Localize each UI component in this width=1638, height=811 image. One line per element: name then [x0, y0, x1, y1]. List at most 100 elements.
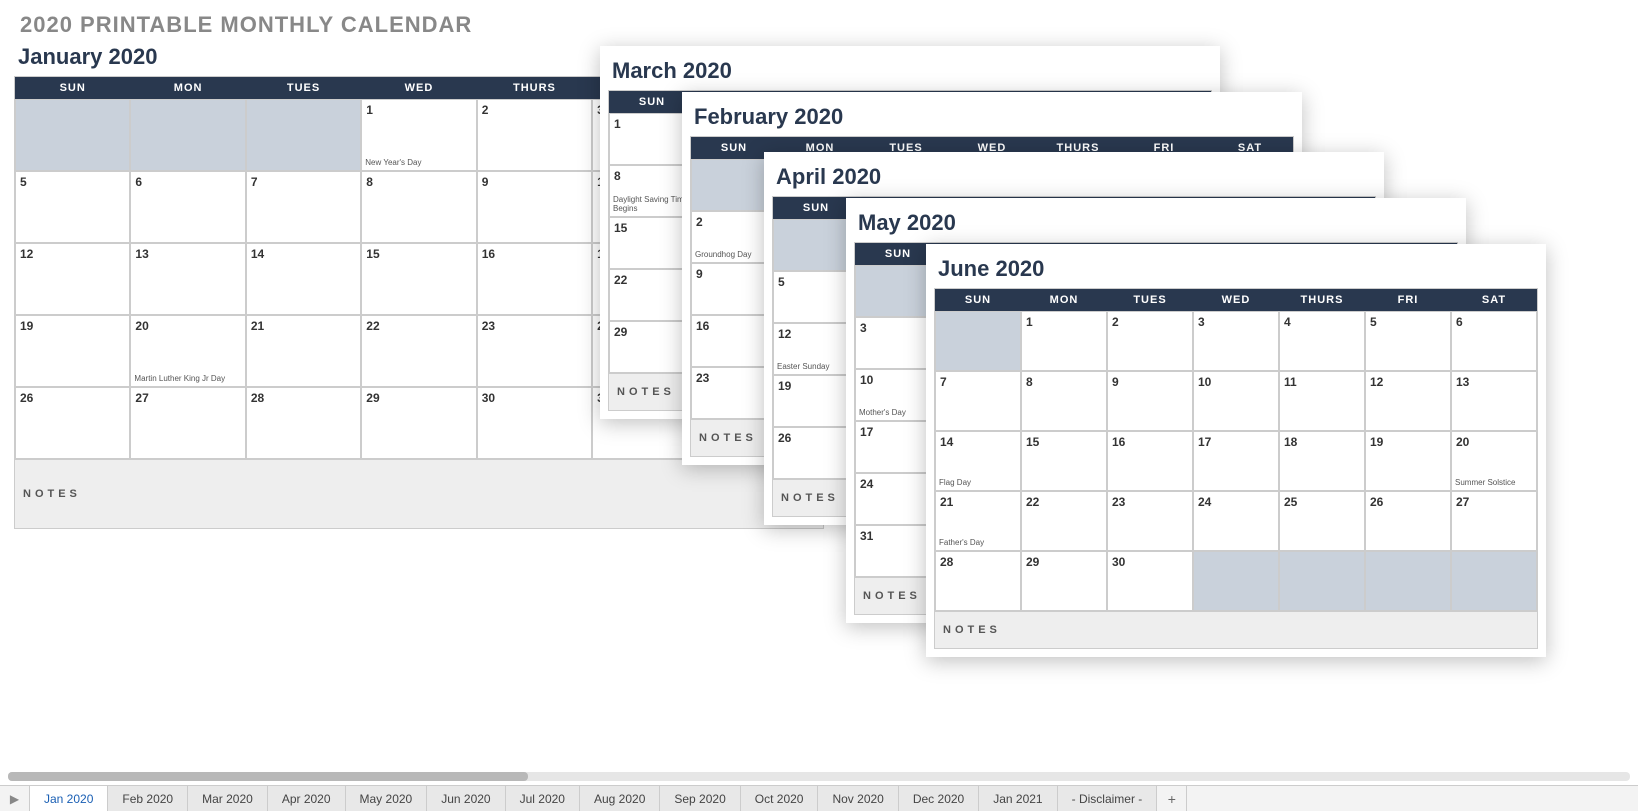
month-title-june: June 2020	[938, 256, 1538, 282]
sheet-tab[interactable]: Apr 2020	[268, 786, 346, 811]
day-cell[interactable]: 1New Year's Day	[361, 99, 476, 171]
day-event: Groundhog Day	[695, 251, 751, 260]
day-cell[interactable]	[15, 99, 130, 171]
sheet-tab[interactable]: Nov 2020	[818, 786, 898, 811]
weekday-header: SAT	[1451, 289, 1537, 311]
day-cell[interactable]: 29	[1021, 551, 1107, 611]
weekday-header: WED	[1193, 289, 1279, 311]
day-cell[interactable]: 10	[1193, 371, 1279, 431]
month-title-april: April 2020	[776, 164, 1376, 190]
day-cell[interactable]: 8	[1021, 371, 1107, 431]
day-cell[interactable]: 1	[1021, 311, 1107, 371]
day-cell[interactable]: 30	[477, 387, 592, 459]
day-cell[interactable]	[1451, 551, 1537, 611]
calendar-grid-june: SUNMONTUESWEDTHURSFRISAT1234567891011121…	[934, 288, 1538, 612]
day-event: Flag Day	[939, 479, 971, 488]
day-cell[interactable]: 18	[1279, 431, 1365, 491]
day-event: New Year's Day	[365, 159, 421, 168]
day-cell[interactable]: 28	[246, 387, 361, 459]
day-cell[interactable]: 19	[1365, 431, 1451, 491]
day-cell[interactable]: 12	[15, 243, 130, 315]
day-cell[interactable]: 2	[477, 99, 592, 171]
day-cell[interactable]: 5	[1365, 311, 1451, 371]
day-cell[interactable]: 20Summer Solstice	[1451, 431, 1537, 491]
sheet-tab[interactable]: Aug 2020	[580, 786, 660, 811]
weekday-header: THURS	[1279, 289, 1365, 311]
sheet-tab[interactable]: Dec 2020	[899, 786, 979, 811]
weekday-header: MON	[1021, 289, 1107, 311]
day-cell[interactable]: 3	[1193, 311, 1279, 371]
day-cell[interactable]: 22	[361, 315, 476, 387]
day-cell[interactable]: 19	[15, 315, 130, 387]
add-sheet-button[interactable]: +	[1157, 786, 1187, 811]
day-cell[interactable]: 7	[246, 171, 361, 243]
day-cell[interactable]: 5	[15, 171, 130, 243]
day-cell[interactable]: 2	[1107, 311, 1193, 371]
day-cell[interactable]: 16	[1107, 431, 1193, 491]
day-cell[interactable]: 29	[361, 387, 476, 459]
day-cell[interactable]: 26	[1365, 491, 1451, 551]
horizontal-scrollbar[interactable]	[8, 772, 1630, 781]
day-cell[interactable]	[1279, 551, 1365, 611]
day-event: Summer Solstice	[1455, 479, 1515, 488]
tab-nav-button[interactable]: ▶	[0, 786, 30, 811]
day-cell[interactable]	[246, 99, 361, 171]
weekday-header: THURS	[477, 77, 592, 99]
day-cell[interactable]: 13	[130, 243, 245, 315]
day-cell[interactable]: 12	[1365, 371, 1451, 431]
sheet-tab[interactable]: Sep 2020	[660, 786, 740, 811]
notes-label: NOTES	[934, 612, 1538, 649]
sheet-tab[interactable]: Feb 2020	[108, 786, 188, 811]
day-cell[interactable]: 30	[1107, 551, 1193, 611]
day-cell[interactable]: 14Flag Day	[935, 431, 1021, 491]
weekday-header: SUN	[935, 289, 1021, 311]
day-cell[interactable]: 21Father's Day	[935, 491, 1021, 551]
day-cell[interactable]: 27	[1451, 491, 1537, 551]
plus-icon: +	[1168, 791, 1176, 807]
day-cell[interactable]: 14	[246, 243, 361, 315]
day-cell[interactable]: 6	[1451, 311, 1537, 371]
day-event: Easter Sunday	[777, 363, 829, 372]
day-cell[interactable]: 20Martin Luther King Jr Day	[130, 315, 245, 387]
day-cell[interactable]: 15	[1021, 431, 1107, 491]
sheet-tab[interactable]: Oct 2020	[741, 786, 819, 811]
notes-label: NOTES	[14, 460, 824, 529]
day-cell[interactable]	[935, 311, 1021, 371]
day-cell[interactable]	[1365, 551, 1451, 611]
calendar-june: June 2020 SUNMONTUESWEDTHURSFRISAT123456…	[926, 244, 1546, 657]
scrollbar-thumb[interactable]	[8, 772, 528, 781]
day-cell[interactable]: 8	[361, 171, 476, 243]
day-cell[interactable]: 27	[130, 387, 245, 459]
day-cell[interactable]: 28	[935, 551, 1021, 611]
day-cell[interactable]: 23	[477, 315, 592, 387]
sheet-tab[interactable]: Jan 2020	[30, 786, 108, 811]
sheet-tab[interactable]: May 2020	[346, 786, 428, 811]
day-cell[interactable]: 13	[1451, 371, 1537, 431]
day-cell[interactable]: 22	[1021, 491, 1107, 551]
day-cell[interactable]: 17	[1193, 431, 1279, 491]
day-cell[interactable]: 25	[1279, 491, 1365, 551]
day-cell[interactable]: 9	[1107, 371, 1193, 431]
sheet-tab[interactable]: Jun 2020	[427, 786, 505, 811]
day-cell[interactable]: 7	[935, 371, 1021, 431]
day-cell[interactable]: 4	[1279, 311, 1365, 371]
day-cell[interactable]: 26	[15, 387, 130, 459]
day-cell[interactable]	[130, 99, 245, 171]
sheet-tab[interactable]: Jan 2021	[979, 786, 1057, 811]
weekday-header: MON	[130, 77, 245, 99]
sheet-tab[interactable]: Mar 2020	[188, 786, 268, 811]
day-cell[interactable]	[1193, 551, 1279, 611]
weekday-header: FRI	[1365, 289, 1451, 311]
day-cell[interactable]: 11	[1279, 371, 1365, 431]
day-cell[interactable]: 23	[1107, 491, 1193, 551]
day-cell[interactable]: 15	[361, 243, 476, 315]
day-cell[interactable]: 16	[477, 243, 592, 315]
page-title: 2020 PRINTABLE MONTHLY CALENDAR	[0, 0, 1638, 42]
day-cell[interactable]: 24	[1193, 491, 1279, 551]
sheet-tab[interactable]: Jul 2020	[506, 786, 580, 811]
sheet-tab[interactable]: - Disclaimer -	[1058, 786, 1158, 811]
day-cell[interactable]: 21	[246, 315, 361, 387]
day-cell[interactable]: 6	[130, 171, 245, 243]
weekday-header: TUES	[1107, 289, 1193, 311]
day-cell[interactable]: 9	[477, 171, 592, 243]
